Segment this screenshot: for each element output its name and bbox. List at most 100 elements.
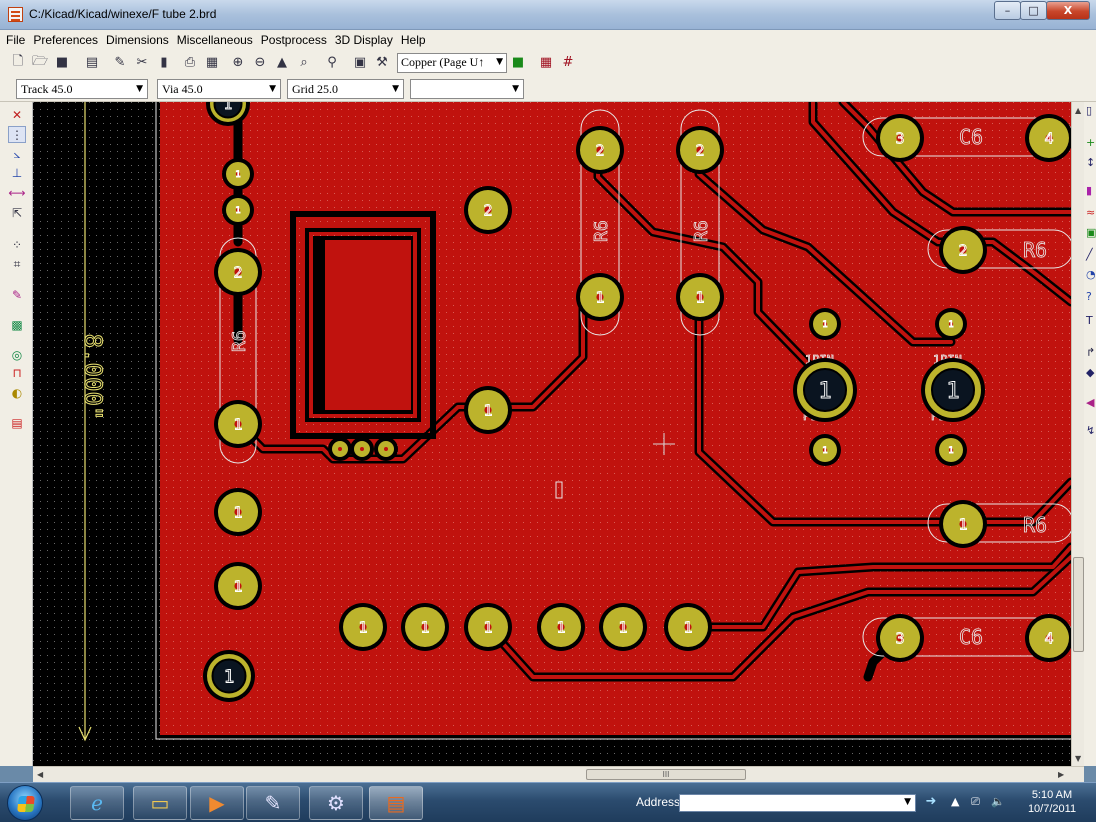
text-tool-icon[interactable]: T — [1086, 314, 1093, 327]
pad[interactable]: 1 — [809, 434, 841, 466]
pad[interactable] — [328, 437, 352, 461]
pad[interactable]: 2 — [939, 226, 987, 274]
pad[interactable]: 1 — [464, 603, 512, 651]
pad[interactable]: 1 — [203, 650, 255, 702]
cut-icon[interactable]: ✂ — [133, 54, 151, 72]
pad[interactable]: 4 — [1025, 114, 1071, 162]
page-settings-icon[interactable]: ▤ — [83, 54, 101, 72]
pad[interactable]: 1 — [576, 273, 624, 321]
menu-preferences[interactable]: Preferences — [29, 33, 102, 47]
pad[interactable]: 1 — [793, 358, 857, 422]
autodelete-track-icon[interactable]: ✎ — [8, 286, 26, 303]
pad[interactable]: 1 — [939, 500, 987, 548]
module-ratsnest-icon[interactable]: ⌗ — [8, 256, 26, 273]
redraw-icon[interactable]: ▲ — [273, 54, 291, 72]
zoom-out-icon[interactable]: ⊖ — [251, 54, 269, 72]
cursor-shape-icon[interactable]: ⇱ — [8, 204, 26, 221]
dimension-tool-icon[interactable]: ↱ — [1086, 346, 1095, 359]
pad[interactable]: 4 — [1025, 614, 1071, 662]
pad[interactable]: 1 — [222, 158, 254, 190]
delete-tool-icon[interactable]: ◀ — [1086, 396, 1094, 409]
add-zone-icon[interactable]: ▣ — [1086, 226, 1096, 239]
start-button[interactable] — [7, 785, 43, 821]
target-tool-icon[interactable]: ◆ — [1086, 366, 1094, 379]
system-clock[interactable]: 5:10 AM 10/7/2011 — [1022, 788, 1082, 816]
zoom-in-icon[interactable]: ⊕ — [229, 54, 247, 72]
pad[interactable]: 1 — [935, 434, 967, 466]
pad[interactable]: 1 — [222, 194, 254, 226]
pad[interactable]: 1 — [676, 273, 724, 321]
taskbar-explorer[interactable]: ▭ — [133, 786, 187, 820]
paste-icon[interactable]: ▮ — [155, 54, 173, 72]
network-icon[interactable]: ⎚ — [971, 795, 980, 809]
ratsnest-toggle-icon[interactable]: ⁘ — [8, 236, 26, 253]
menu-help[interactable]: Help — [397, 33, 430, 47]
pad[interactable]: 1 — [664, 603, 712, 651]
menu-dimensions[interactable]: Dimensions — [102, 33, 173, 47]
pad[interactable]: 2 — [576, 126, 624, 174]
high-contrast-icon[interactable]: ◐ — [8, 384, 26, 401]
track-sketch-icon[interactable]: ⊓ — [8, 364, 26, 381]
new-board-icon[interactable]: 🗋 — [9, 54, 27, 72]
pad[interactable]: 1 — [401, 603, 449, 651]
vertical-scroll-thumb[interactable] — [1073, 557, 1084, 652]
taskbar-kicad[interactable]: ⚙ — [309, 786, 363, 820]
select-tool-icon[interactable]: ▯ — [1086, 104, 1092, 117]
maximize-button[interactable]: □ — [1020, 1, 1047, 20]
horizontal-scroll-thumb[interactable]: III — [586, 769, 746, 780]
pad[interactable] — [374, 437, 398, 461]
pad[interactable]: 3 — [876, 114, 924, 162]
menu-postprocess[interactable]: Postprocess — [257, 33, 331, 47]
zoom-fit-icon[interactable]: ⌕ — [295, 54, 313, 72]
pad[interactable]: 2 — [214, 248, 262, 296]
taskbar-ie[interactable]: ℯ — [70, 786, 124, 820]
ratsnest-icon[interactable]: # — [559, 54, 577, 72]
show-ratsnest-icon[interactable]: ↕ — [1086, 156, 1095, 169]
open-file-icon[interactable]: 🗁 — [31, 54, 49, 72]
pad[interactable] — [350, 437, 374, 461]
menu-3d-display[interactable]: 3D Display — [331, 33, 397, 47]
pcb-canvas[interactable]: 8.000" R6 R6 R6 C6 R6 R6 C6 1 1 1 2 1 1 … — [33, 102, 1071, 766]
print-icon[interactable]: ⎙ — [181, 54, 199, 72]
pad[interactable]: 1 — [339, 603, 387, 651]
volume-icon[interactable]: 🔈 — [991, 795, 1005, 808]
taskbar-paint[interactable]: ✎ — [246, 786, 300, 820]
add-arc-icon[interactable]: ◔ — [1086, 268, 1096, 281]
grid-toggle-icon[interactable]: ⋮ — [8, 126, 26, 143]
close-button[interactable]: X — [1046, 1, 1090, 20]
scroll-right-icon[interactable]: ▶ — [1058, 770, 1064, 779]
add-track-icon[interactable]: ≈ — [1086, 206, 1095, 219]
polar-coords-icon[interactable]: ⦣ — [8, 146, 26, 163]
scroll-down-icon[interactable]: ▼ — [1075, 754, 1081, 763]
layer-select[interactable]: Copper (Page U↑ ▼ — [397, 52, 507, 73]
add-line-icon[interactable]: ╱ — [1086, 248, 1093, 261]
pad[interactable]: 2 — [464, 186, 512, 234]
autoroute-icon[interactable]: ▦ — [537, 54, 555, 72]
netlist-icon[interactable]: ▣ — [351, 54, 369, 72]
tray-expand-icon[interactable]: ▲ — [951, 795, 959, 808]
find-icon[interactable]: ⚲ — [323, 54, 341, 72]
minimize-button[interactable]: – — [994, 1, 1021, 20]
drc-icon[interactable]: ⚒ — [373, 54, 391, 72]
pad[interactable]: 1 — [214, 400, 262, 448]
track-width-select[interactable]: Track 45.0 ▼ — [16, 79, 148, 99]
plot-icon[interactable]: ▦ — [203, 54, 221, 72]
go-arrow-icon[interactable]: ➜ — [920, 794, 942, 812]
add-text-icon[interactable]: ? — [1086, 290, 1092, 303]
scroll-left-icon[interactable]: ◀ — [37, 770, 43, 779]
menu-miscellaneous[interactable]: Miscellaneous — [173, 33, 257, 47]
pad[interactable]: 1 — [935, 308, 967, 340]
units-mm-icon[interactable]: ⟷ — [8, 184, 26, 201]
highlight-net-icon[interactable]: + — [1086, 136, 1095, 149]
pad[interactable]: 1 — [214, 488, 262, 536]
horizontal-scrollbar[interactable]: ◀ III ▶ — [33, 766, 1084, 782]
offset-tool-icon[interactable]: ↯ — [1086, 424, 1095, 437]
units-inch-icon[interactable]: ⊥ — [8, 164, 26, 181]
pad[interactable]: 1 — [537, 603, 585, 651]
scroll-up-icon[interactable]: ▲ — [1075, 106, 1081, 115]
board-drawing[interactable]: 8.000" R6 R6 R6 C6 R6 R6 C6 111211112121… — [33, 102, 1071, 766]
menu-file[interactable]: File — [2, 33, 29, 47]
vertical-scrollbar[interactable]: ▲ ▼ — [1071, 102, 1084, 766]
pad[interactable]: 1 — [599, 603, 647, 651]
pad-sketch-icon[interactable]: ◎ — [8, 346, 26, 363]
